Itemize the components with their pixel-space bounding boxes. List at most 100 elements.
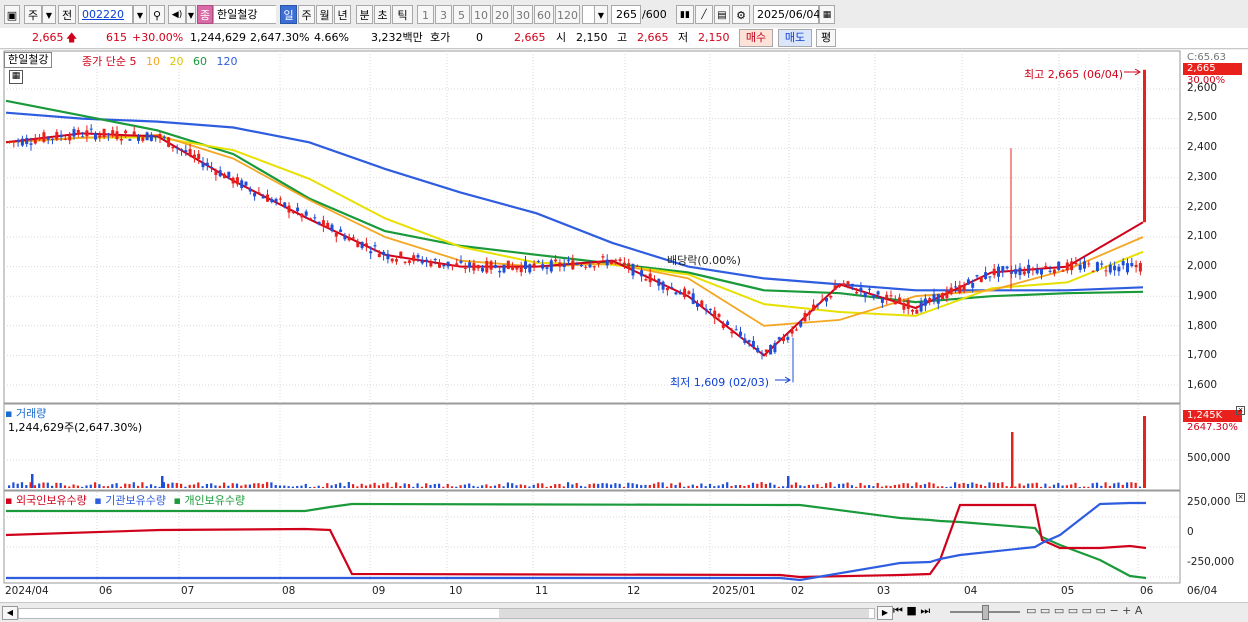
candle-body <box>63 138 67 140</box>
zoom-slider-handle[interactable] <box>982 605 989 620</box>
candle-body <box>721 324 725 329</box>
candle-body <box>1031 268 1035 271</box>
volume-bar <box>1126 482 1129 488</box>
volume-bar <box>455 486 458 488</box>
price-tick: 2,100 <box>1187 230 1218 242</box>
volume-bar <box>16 483 19 488</box>
volume-bar <box>438 483 441 488</box>
volume-tick: 500,000 <box>1187 452 1231 464</box>
volume-bar <box>1061 485 1064 488</box>
close-icon[interactable]: × <box>1236 493 1245 502</box>
volume-bar <box>747 484 750 488</box>
volume-bar <box>846 482 849 488</box>
rewind-icon[interactable]: ⏮ <box>893 604 903 617</box>
scroll-left-icon[interactable]: ◀ <box>2 606 18 620</box>
price-tick: 1,600 <box>1187 379 1218 391</box>
forward-icon[interactable]: ⏭ <box>920 604 930 617</box>
volume-bar <box>1083 486 1086 488</box>
layout2-icon[interactable]: ▭ <box>1040 604 1050 617</box>
candle-body <box>1014 269 1018 274</box>
volume-bar <box>407 484 411 488</box>
volume-bar <box>627 482 630 488</box>
volume-bar <box>713 486 716 488</box>
scroll-thumb[interactable] <box>499 609 869 618</box>
candle-body <box>257 192 261 194</box>
candle-body <box>1091 271 1095 273</box>
candle-body <box>76 129 80 135</box>
layout5-icon[interactable]: ▭ <box>1082 604 1092 617</box>
candle-body <box>485 260 489 273</box>
volume-bar <box>721 484 724 488</box>
candle-body <box>532 263 536 267</box>
volume-bar <box>364 485 368 488</box>
layout6-icon[interactable]: ▭ <box>1096 604 1106 617</box>
candle-body <box>885 294 889 299</box>
volume-bar <box>588 484 591 488</box>
close-icon[interactable]: × <box>1236 406 1245 415</box>
volume-bar <box>644 484 647 488</box>
layout3-icon[interactable]: ▭ <box>1054 604 1064 617</box>
layout4-icon[interactable]: ▭ <box>1068 604 1078 617</box>
candle-body <box>352 237 355 239</box>
x-axis-label: 07 <box>181 585 195 597</box>
volume-bar <box>519 484 522 488</box>
font-size-icon[interactable]: A <box>1135 604 1143 617</box>
volume-bar <box>889 486 892 488</box>
last-price-tag: 2,665 <box>1183 63 1242 75</box>
candle-body <box>141 137 145 141</box>
ma-legend-20: 20 <box>169 55 184 68</box>
layout1-icon[interactable]: ▭ <box>1026 604 1036 617</box>
candle-body <box>1108 264 1112 273</box>
candle-body <box>1044 265 1048 268</box>
candle-body <box>227 171 231 178</box>
stop-icon[interactable]: ■ <box>906 604 916 617</box>
scroll-right-icon[interactable]: ▶ <box>877 606 893 620</box>
x-axis-label: 12 <box>627 585 641 597</box>
candle-body <box>859 287 863 291</box>
volume-bar <box>506 482 509 488</box>
candle-body <box>579 264 583 267</box>
candle-body <box>502 264 506 273</box>
volume-bar <box>412 486 415 488</box>
candle-body <box>893 301 897 305</box>
candle-body <box>691 293 695 304</box>
price-tick: 2,600 <box>1187 82 1218 94</box>
candle-body <box>149 134 153 141</box>
volume-bar <box>1113 483 1116 488</box>
candle-body <box>941 293 945 300</box>
price-tick: 1,800 <box>1187 320 1218 332</box>
zoom-out-icon[interactable]: − <box>1109 604 1118 617</box>
stock-chart[interactable] <box>0 0 1248 621</box>
volume-bar <box>1087 486 1090 488</box>
volume-bar <box>678 482 681 488</box>
volume-bar <box>46 482 49 488</box>
volume-bar <box>790 484 793 488</box>
candle-body <box>382 251 386 255</box>
candle-body <box>278 198 282 200</box>
calculator-icon[interactable]: ▦ <box>9 70 23 84</box>
stock-name-tag[interactable]: 한일철강 <box>4 52 53 68</box>
candle-body <box>846 281 850 285</box>
candle-body <box>1005 266 1009 269</box>
candle-body <box>988 276 992 278</box>
candle-body <box>932 294 936 301</box>
ma-legend-5: 5 <box>129 55 137 68</box>
zoom-in-icon[interactable]: + <box>1122 604 1131 617</box>
horizontal-scrollbar[interactable] <box>18 608 875 619</box>
candle-body <box>984 272 988 279</box>
candle-body <box>756 347 760 353</box>
volume-bar <box>1070 484 1073 488</box>
candle-body <box>1083 261 1086 269</box>
volume-bar <box>605 483 608 488</box>
volume-bar <box>794 482 798 488</box>
candle-body <box>317 221 321 225</box>
volume-bar <box>489 486 492 488</box>
candle-body <box>89 128 93 130</box>
candle-body <box>661 281 665 290</box>
volume-bar <box>635 484 638 488</box>
volume-bar <box>261 483 264 488</box>
volume-bar <box>898 484 901 488</box>
candle-body <box>614 259 618 261</box>
candle-body <box>1117 266 1121 272</box>
volume-bar <box>812 484 815 488</box>
